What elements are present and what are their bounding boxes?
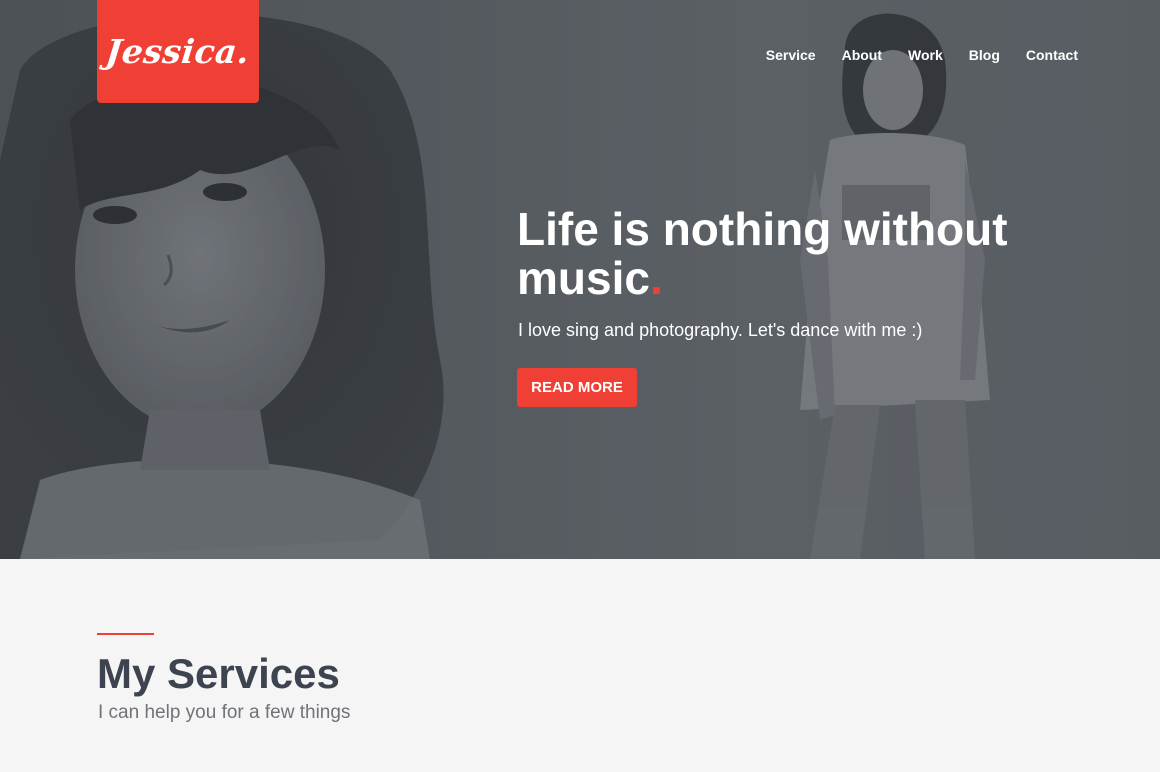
hero-title-dot: . bbox=[649, 252, 663, 304]
nav-item-about[interactable]: About bbox=[842, 47, 882, 63]
nav-item-contact[interactable]: Contact bbox=[1026, 47, 1078, 63]
services-section: My Services I can help you for a few thi… bbox=[0, 559, 1160, 772]
section-divider bbox=[97, 633, 154, 635]
hero-title: Life is nothing without music. bbox=[517, 205, 1077, 303]
read-more-button[interactable]: READ MORE bbox=[517, 368, 637, 407]
logo-text: Jessica. bbox=[104, 32, 252, 71]
main-nav: Service About Work Blog Contact bbox=[740, 47, 1078, 63]
hero-section: Jessica. Service About Work Blog Contact… bbox=[0, 0, 1160, 559]
services-subtitle: I can help you for a few things bbox=[98, 702, 351, 723]
hero-subtitle: I love sing and photography. Let's dance… bbox=[518, 320, 923, 340]
services-title: My Services bbox=[97, 650, 340, 697]
nav-item-service[interactable]: Service bbox=[766, 47, 816, 63]
brand-logo[interactable]: Jessica. bbox=[97, 0, 259, 103]
nav-item-work[interactable]: Work bbox=[908, 47, 943, 63]
nav-item-blog[interactable]: Blog bbox=[969, 47, 1000, 63]
hero-title-text: Life is nothing without music bbox=[517, 203, 1008, 304]
